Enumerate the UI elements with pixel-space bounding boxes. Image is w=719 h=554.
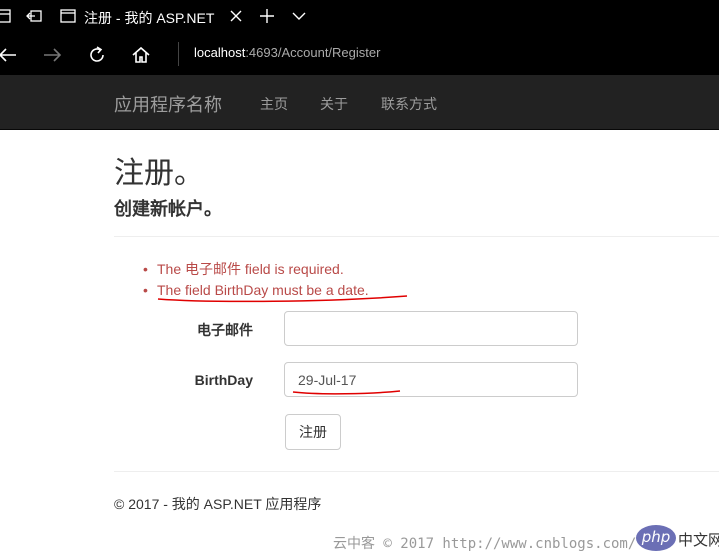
address-separator [178, 42, 179, 66]
php-cn-logo: php 中文网 [636, 522, 719, 554]
register-button[interactable]: 注册 [285, 414, 341, 450]
email-label: 电子邮件 [197, 322, 253, 338]
email-field[interactable] [284, 311, 578, 346]
forward-arrow-icon[interactable] [42, 44, 64, 66]
tab-close-icon[interactable] [228, 8, 244, 24]
divider-bottom [114, 471, 719, 472]
footer-copyright: © 2017 - 我的 ASP.NET 应用程序 [114, 496, 322, 512]
page-subtitle: 创建新帐户。 [114, 199, 222, 219]
page-title: 注册。 [114, 157, 204, 190]
url-path: :4693/Account/Register [245, 45, 381, 60]
new-tab-icon[interactable] [258, 7, 276, 25]
divider-top [114, 236, 719, 237]
nav-link-contact[interactable]: 联系方式 [381, 94, 437, 114]
browser-address-bar: localhost:4693/Account/Register [0, 33, 719, 75]
logo-php-badge: php [636, 525, 676, 551]
validation-error-birthday: The field BirthDay must be a date. [143, 280, 369, 301]
browser-tab-bar: 注册 - 我的 ASP.NET 应用程序 [0, 0, 719, 33]
navbar-brand[interactable]: 应用程序名称 [114, 91, 222, 117]
address-url[interactable]: localhost:4693/Account/Register [194, 45, 380, 60]
nav-link-home[interactable]: 主页 [260, 94, 288, 114]
set-aside-tabs-icon[interactable] [25, 7, 43, 25]
tab-title: 注册 - 我的 ASP.NET 应用程序 [84, 10, 218, 26]
back-arrow-icon[interactable] [0, 44, 18, 66]
validation-error-email: The 电子邮件 field is required. [143, 259, 369, 280]
browser-tab-active[interactable]: 注册 - 我的 ASP.NET 应用程序 [52, 0, 250, 33]
birthday-field[interactable] [284, 362, 578, 397]
tab-preview-chevron-icon[interactable] [290, 7, 308, 25]
validation-summary: The 电子邮件 field is required. The field Bi… [143, 259, 369, 301]
birthday-label: BirthDay [194, 372, 253, 388]
tab-list-icon[interactable] [0, 7, 14, 25]
app-navbar: 应用程序名称 主页 关于 联系方式 [0, 75, 719, 130]
home-icon[interactable] [130, 44, 152, 66]
page-icon [60, 9, 76, 23]
logo-site-name: 中文网 [678, 532, 719, 549]
refresh-icon[interactable] [86, 44, 108, 66]
url-host: localhost [194, 45, 246, 60]
nav-link-about[interactable]: 关于 [320, 94, 348, 114]
